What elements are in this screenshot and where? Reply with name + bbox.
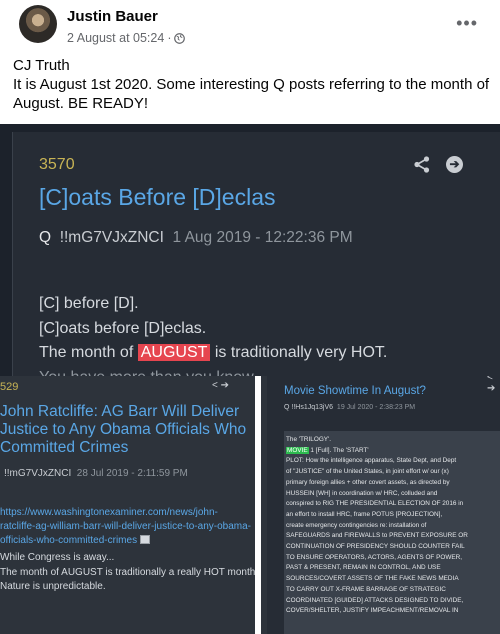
body-line: You have more than you know. bbox=[39, 366, 387, 377]
facebook-post: Justin Bauer 2 August at 05:24 · ••• CJ … bbox=[0, 0, 500, 634]
body-line: HUSSEIN [WH] in coordination w/ HRC, col… bbox=[286, 489, 438, 497]
post-number: 529 bbox=[0, 381, 19, 393]
q-label: Q bbox=[39, 229, 52, 246]
body-line: of "JUSTICE" of the United States, in jo… bbox=[286, 468, 449, 476]
globe-icon[interactable] bbox=[174, 32, 186, 44]
body-line: COVER/SHELTER, JUSTIFY IMPEACHMENT/REMOV… bbox=[286, 607, 459, 615]
q-post-card: 3570 ➔ [C]oats Before [D]eclas Q !!mG7VJ… bbox=[12, 132, 500, 376]
post-date: 1 Aug 2019 - 12:22:36 PM bbox=[172, 229, 353, 246]
body-line: COORDINATED [GUIDED] ATTACKS DESIGNED TO… bbox=[286, 596, 464, 604]
body-line: TO ENSURE OPERATORS, ACTORS, AGENTS OF P… bbox=[286, 553, 463, 561]
post-title: [C]oats Before [D]eclas bbox=[39, 184, 276, 210]
body-line: [C]oats before [D]eclas. bbox=[39, 319, 207, 337]
body-line: PAST & PRESENT, REMAIN IN CONTROL, AND U… bbox=[286, 564, 441, 572]
post-id-line: Q !!Hs1Jq13jV6 19 Jul 2020 - 2:38:23 PM bbox=[284, 404, 415, 411]
post-date: 19 Jul 2020 - 2:38:23 PM bbox=[336, 404, 416, 411]
share-icon bbox=[414, 156, 430, 173]
article-link: https://www.washingtonexaminer.com/news/… bbox=[0, 506, 252, 548]
highlight-august: AUGUST bbox=[137, 344, 211, 361]
post-title: John Ratcliffe: AG Barr Will Deliver Jus… bbox=[0, 403, 247, 456]
body-line: primary foreign allies + other covert as… bbox=[286, 478, 450, 486]
post-text: CJ Truth It is August 1st 2020. Some int… bbox=[13, 56, 493, 113]
body-line: an effort to install HRC, frame POTUS [P… bbox=[286, 510, 443, 518]
avatar[interactable] bbox=[19, 5, 57, 43]
tripcode: Q !!Hs1Jq13jV6 bbox=[284, 404, 334, 411]
post-body: While Congress is away... The month of A… bbox=[0, 551, 255, 595]
post-text-line: It is August 1st 2020. Some interesting … bbox=[13, 76, 490, 112]
body-line: Nature is unpredictable. bbox=[0, 581, 106, 592]
author-name[interactable]: Justin Bauer bbox=[67, 8, 158, 25]
movie-tag: MOVIE bbox=[286, 446, 309, 454]
post-body: [C] before [D]. [C]oats before [D]eclas.… bbox=[39, 292, 387, 376]
body-line: The month of AUGUST is traditionally a r… bbox=[0, 566, 255, 578]
article-link-text: https://www.washingtonexaminer.com/news/… bbox=[0, 507, 251, 546]
q-post-image-left[interactable]: 529 < ➔ John Ratcliffe: AG Barr Will Del… bbox=[0, 376, 255, 634]
post-title: Movie Showtime In August? bbox=[284, 385, 426, 397]
body-line: PLOT: How the intelligence apparatus, St… bbox=[286, 457, 457, 465]
body-line: MOVIE 1 [Full]. The 'START' bbox=[286, 446, 500, 457]
post-id-line: Q !!mG7VJxZNCI 1 Aug 2019 - 12:22:36 PM bbox=[39, 229, 353, 247]
body-text: The month of bbox=[39, 344, 138, 361]
post-timestamp[interactable]: 2 August at 05:24 bbox=[67, 31, 164, 45]
post-meta: 2 August at 05:24 · bbox=[67, 31, 186, 45]
body-line: conspired to RIG THE PRESIDENTIAL ELECTI… bbox=[286, 500, 464, 508]
document-icon bbox=[139, 535, 150, 544]
meta-separator: · bbox=[167, 31, 172, 45]
post-text-line: CJ Truth bbox=[13, 57, 70, 74]
share-arrow-icons: < ➔ bbox=[487, 376, 496, 394]
body-line: The month of AUGUST is traditionally ver… bbox=[39, 341, 387, 366]
quoted-text-box: The 'TRILOGY'. MOVIE 1 [Full]. The 'STAR… bbox=[284, 431, 500, 634]
post-id-line: !!mG7VJxZNCI 28 Jul 2019 - 2:11:59 PM bbox=[4, 468, 188, 479]
tripcode: !!mG7VJxZNCI bbox=[59, 229, 164, 246]
body-line: While Congress is away... bbox=[0, 552, 115, 563]
body-line: The 'TRILOGY'. bbox=[286, 436, 332, 443]
arrow-right-icon: ➔ bbox=[446, 156, 463, 173]
q-post-image-main[interactable]: 3570 ➔ [C]oats Before [D]eclas Q !!mG7VJ… bbox=[0, 124, 500, 376]
tripcode: !!mG7VJxZNCI bbox=[4, 468, 72, 479]
share-arrow-icons: < ➔ bbox=[212, 380, 229, 391]
body-line: SOURCES/COVERT ASSETS OF THE FAKE NEWS M… bbox=[286, 575, 459, 583]
more-options-icon[interactable]: ••• bbox=[456, 14, 478, 32]
body-line: CONTINUATION OF PRESIDENCY SHOULD COUNTE… bbox=[286, 543, 465, 551]
post-header: Justin Bauer 2 August at 05:24 · ••• bbox=[0, 0, 500, 52]
q-post-image-right[interactable]: < ➔ Movie Showtime In August? Q !!Hs1Jq1… bbox=[261, 376, 500, 634]
q-post-card: < ➔ Movie Showtime In August? Q !!Hs1Jq1… bbox=[267, 376, 500, 634]
body-line: create emergency contingencies re: insta… bbox=[286, 521, 427, 529]
body-line: TO CARRY OUT X-FRAME BARRAGE OF STRATEGI… bbox=[286, 585, 446, 593]
post-number: 3570 bbox=[39, 156, 75, 173]
body-line: [C] before [D]. bbox=[39, 295, 139, 312]
body-text: 1 [Full]. The 'START' bbox=[308, 446, 369, 454]
body-text: is traditionally very HOT. bbox=[210, 344, 388, 361]
body-line: SAFEGUARDS and FIREWALLS to PREVENT EXPO… bbox=[286, 532, 468, 540]
post-date: 28 Jul 2019 - 2:11:59 PM bbox=[76, 468, 188, 479]
